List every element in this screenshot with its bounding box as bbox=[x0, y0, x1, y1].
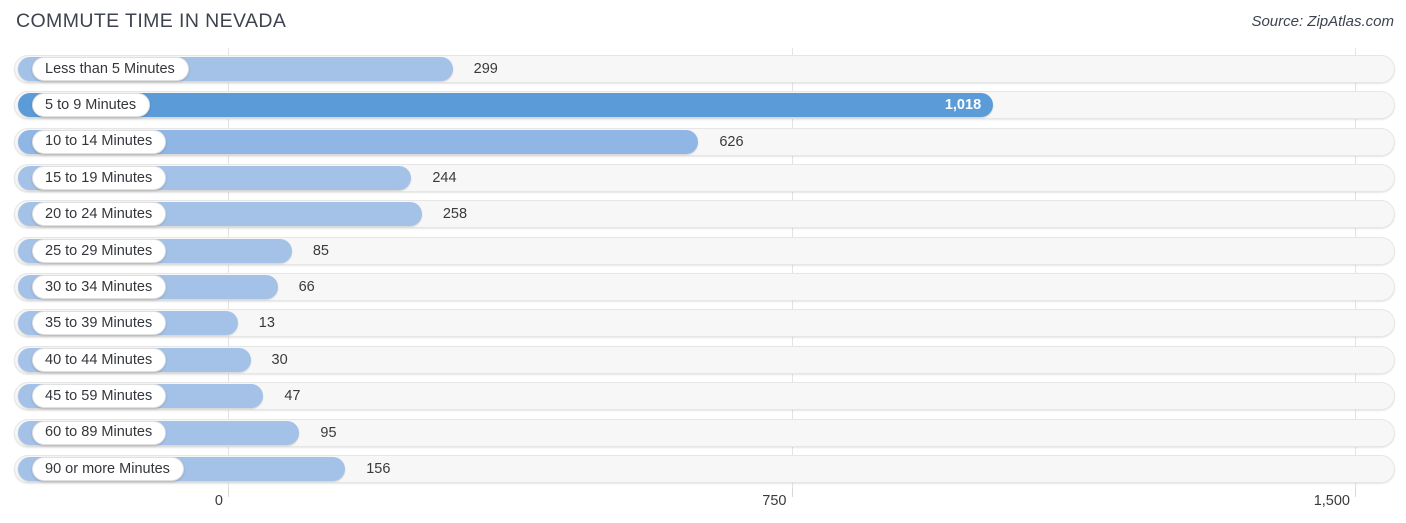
bar-category-label: 20 to 24 Minutes bbox=[45, 206, 153, 223]
bar-category-label: 60 to 89 Minutes bbox=[45, 424, 153, 441]
bar-value-label: 258 bbox=[442, 206, 468, 223]
bar-label-pill[interactable]: 5 to 9 Minutes bbox=[32, 93, 151, 118]
bar-category-label: 40 to 44 Minutes bbox=[45, 351, 153, 368]
bar-category-label: 10 to 14 Minutes bbox=[45, 133, 153, 150]
bar-value-label: 1,018 bbox=[944, 97, 982, 114]
bar-label-pill[interactable]: Less than 5 Minutes bbox=[32, 57, 189, 81]
axis-tick-mark bbox=[791, 488, 793, 497]
bar-row[interactable]: 40 to 44 Minutes 30 bbox=[14, 345, 1395, 374]
axis-tick-label: 1,500 bbox=[1313, 493, 1350, 509]
bar-row[interactable]: 30 to 34 Minutes 66 bbox=[14, 273, 1395, 302]
bar-category-label: 35 to 39 Minutes bbox=[45, 315, 153, 332]
bar-category-label: 5 to 9 Minutes bbox=[45, 97, 137, 114]
bar-row[interactable]: 10 to 14 Minutes 626 bbox=[14, 127, 1395, 156]
bar-value-label: 626 bbox=[719, 133, 744, 150]
plot-area: Less than 5 Minutes 299 5 to 9 Minutes 1,01… bbox=[0, 48, 1406, 488]
bar-label-pill[interactable]: 25 to 29 Minutes bbox=[32, 238, 167, 263]
bar-row[interactable]: 60 to 89 Minutes 95 bbox=[14, 418, 1395, 447]
bar-category-label: Less than 5 Minutes bbox=[45, 60, 175, 77]
bar-value-label: 156 bbox=[366, 460, 391, 477]
chart-container: COMMUTE TIME IN NEVADA Source: ZipAtlas.… bbox=[0, 0, 1406, 523]
axis-tick-label: 750 bbox=[762, 493, 787, 509]
bar-row[interactable]: 5 to 9 Minutes 1,018 bbox=[14, 91, 1395, 120]
bar-row[interactable]: Less than 5 Minutes 299 bbox=[14, 55, 1395, 83]
bar-label-pill[interactable]: 45 to 59 Minutes bbox=[32, 384, 167, 409]
bar-row[interactable]: 20 to 24 Minutes 258 bbox=[14, 200, 1395, 229]
bar-label-pill[interactable]: 35 to 39 Minutes bbox=[32, 311, 167, 336]
bar-label-pill[interactable]: 20 to 24 Minutes bbox=[32, 202, 167, 227]
bar-rows: Less than 5 Minutes 299 5 to 9 Minutes 1,01… bbox=[0, 48, 1406, 488]
page-title: COMMUTE TIME IN NEVADA bbox=[16, 10, 287, 32]
bar-value-label: 47 bbox=[284, 388, 301, 405]
axis-tick-label: 0 bbox=[214, 493, 223, 509]
source-attribution: Source: ZipAtlas.com bbox=[1251, 13, 1394, 30]
bar-fill bbox=[18, 93, 993, 118]
bar-row[interactable]: 35 to 39 Minutes 13 bbox=[14, 309, 1395, 338]
bar-category-label: 15 to 19 Minutes bbox=[45, 169, 153, 186]
chart-header: COMMUTE TIME IN NEVADA Source: ZipAtlas.… bbox=[0, 0, 1406, 45]
bar-label-pill[interactable]: 60 to 89 Minutes bbox=[32, 420, 167, 445]
bar-category-label: 25 to 29 Minutes bbox=[45, 242, 153, 259]
axis-tick-mark bbox=[1355, 488, 1356, 497]
bar-label-pill[interactable]: 15 to 19 Minutes bbox=[32, 166, 167, 191]
bar-value-label: 299 bbox=[473, 61, 498, 77]
bar-category-label: 45 to 59 Minutes bbox=[45, 387, 153, 404]
bar-value-label: 85 bbox=[312, 242, 329, 259]
bar-row[interactable]: 25 to 29 Minutes 85 bbox=[14, 236, 1395, 265]
bar-label-pill[interactable]: 90 or more Minutes bbox=[32, 456, 184, 481]
bar-value-label: 30 bbox=[271, 351, 288, 368]
bar-value-label: 244 bbox=[432, 170, 457, 187]
bar-row[interactable]: 90 or more Minutes 156 bbox=[14, 454, 1395, 483]
x-axis: 0 750 1,500 bbox=[0, 488, 1406, 523]
bar-row[interactable]: 15 to 19 Minutes 244 bbox=[14, 164, 1395, 193]
bar-value-label: 95 bbox=[320, 424, 337, 441]
bar-label-pill[interactable]: 10 to 14 Minutes bbox=[32, 129, 167, 154]
bar-label-pill[interactable]: 40 to 44 Minutes bbox=[32, 347, 167, 372]
bar-value-label: 13 bbox=[258, 315, 275, 332]
bar-category-label: 30 to 34 Minutes bbox=[45, 278, 153, 295]
bar-value-label: 66 bbox=[298, 279, 315, 296]
axis-tick-mark bbox=[228, 488, 229, 497]
bar-category-label: 90 or more Minutes bbox=[45, 460, 170, 477]
bar-label-pill[interactable]: 30 to 34 Minutes bbox=[32, 275, 167, 300]
bar-row[interactable]: 45 to 59 Minutes 47 bbox=[14, 382, 1395, 411]
